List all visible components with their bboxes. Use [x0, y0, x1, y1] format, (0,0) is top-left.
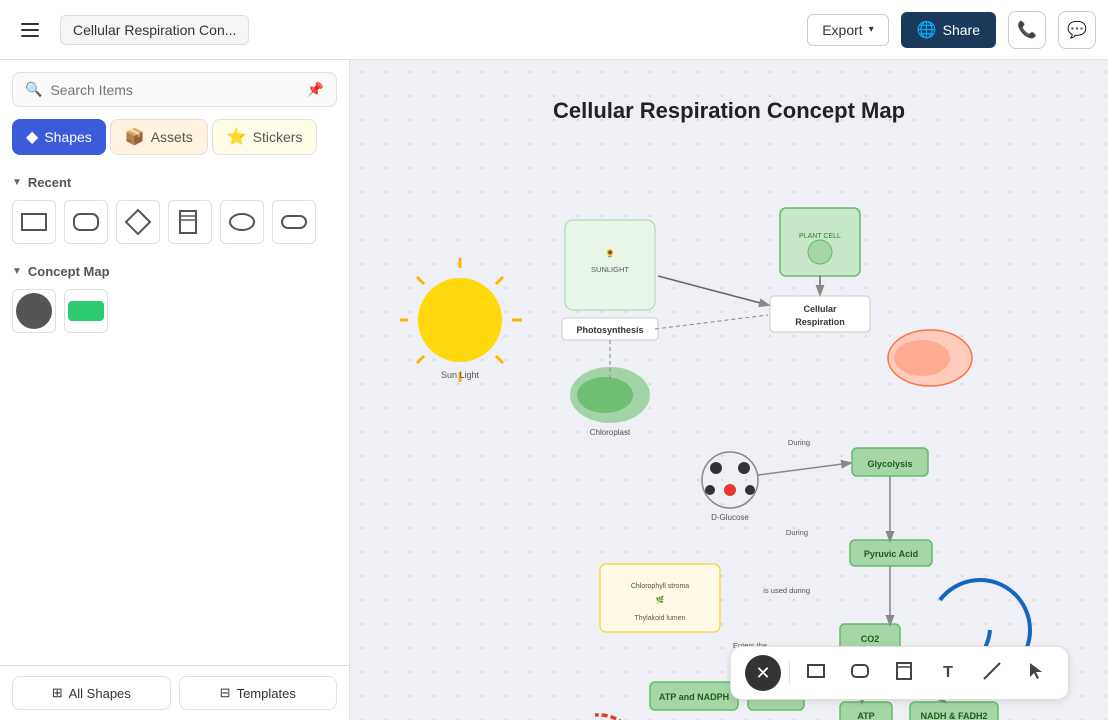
tab-bar: ◆ Shapes 📦 Assets ⭐ Stickers: [0, 119, 349, 163]
shape-stadium[interactable]: [272, 200, 316, 244]
svg-text:PLANT CELL: PLANT CELL: [799, 233, 841, 240]
concept-map-diagram: Sun Light 🌻 SUNLIGHT Photosynthesis Chlo…: [400, 120, 1080, 720]
search-icon: 🔍: [25, 81, 42, 98]
text-tool-button[interactable]: T: [930, 655, 966, 691]
stickers-tab-label: Stickers: [253, 129, 303, 145]
call-icon: 📞: [1017, 20, 1037, 40]
bottom-toolbar: ✕ T: [730, 646, 1069, 700]
tab-assets[interactable]: 📦 Assets: [110, 119, 208, 155]
toolbar-separator-1: [789, 661, 790, 685]
svg-text:Pyruvic Acid: Pyruvic Acid: [864, 549, 918, 559]
concept-map-label: Concept Map: [28, 264, 110, 279]
pointer-icon: [1026, 661, 1046, 686]
svg-text:Chloroplast: Chloroplast: [590, 428, 631, 437]
topbar: Cellular Respiration Con... Export ▾ 🌐 S…: [0, 0, 1108, 60]
shapes-tab-label: Shapes: [44, 129, 91, 145]
rectangle-tool-button[interactable]: [798, 655, 834, 691]
recent-section-header: ▼ Recent: [12, 167, 337, 196]
search-bar: 🔍 📌: [12, 72, 337, 107]
svg-text:SUNLIGHT: SUNLIGHT: [591, 265, 629, 274]
pointer-tool-button[interactable]: [1018, 655, 1054, 691]
canvas-title: Cellular Respiration Concept Map: [350, 80, 1108, 124]
svg-text:🌻: 🌻: [605, 248, 615, 258]
export-label: Export: [822, 22, 862, 38]
concept-rect-shape: [68, 301, 104, 321]
svg-text:Respiration: Respiration: [795, 317, 845, 327]
left-panel: 🔍 📌 ◆ Shapes 📦 Assets ⭐ Stickers ▼: [0, 60, 350, 720]
svg-text:is used during: is used during: [763, 586, 810, 595]
line-tool-button[interactable]: [974, 655, 1010, 691]
tab-stickers[interactable]: ⭐ Stickers: [212, 119, 318, 155]
rectangle-icon: [806, 661, 826, 686]
svg-text:Thylakoid lumen: Thylakoid lumen: [635, 615, 686, 622]
comment-icon: 💬: [1067, 20, 1087, 40]
templates-label: Templates: [237, 686, 296, 701]
chevron-down-icon: ▾: [869, 24, 874, 35]
rounded-rect-tool-button[interactable]: [842, 655, 878, 691]
rounded-rect-icon: [850, 661, 870, 686]
menu-button[interactable]: [12, 12, 48, 48]
concept-map-section-header: ▼ Concept Map: [12, 256, 337, 285]
svg-text:Sun Light: Sun Light: [441, 370, 480, 380]
all-shapes-label: All Shapes: [69, 686, 131, 701]
shape-diamond[interactable]: [116, 200, 160, 244]
concept-map-shapes-grid: [12, 285, 337, 345]
close-button[interactable]: ✕: [745, 655, 781, 691]
svg-text:🌿: 🌿: [656, 595, 665, 604]
note-icon: [894, 661, 914, 686]
shape-note[interactable]: [168, 200, 212, 244]
text-icon: T: [943, 664, 953, 682]
shape-ellipse[interactable]: [220, 200, 264, 244]
recent-arrow-icon: ▼: [12, 177, 22, 188]
concept-shape-rect-item[interactable]: [64, 289, 108, 333]
shape-rectangle[interactable]: [12, 200, 56, 244]
concept-circle-shape: [16, 293, 52, 329]
stickers-tab-icon: ⭐: [227, 127, 247, 147]
export-button[interactable]: Export ▾: [807, 14, 889, 46]
svg-text:CO2: CO2: [861, 634, 880, 644]
svg-text:NADH & FADH2: NADH & FADH2: [920, 711, 987, 720]
share-label: Share: [943, 22, 980, 38]
note-tool-button[interactable]: [886, 655, 922, 691]
globe-icon: 🌐: [917, 20, 937, 40]
panel-scroll: ▼ Recent: [0, 163, 349, 665]
line-icon: [982, 661, 1002, 686]
templates-button[interactable]: ⊟ Templates: [179, 676, 338, 710]
svg-text:Photosynthesis: Photosynthesis: [576, 325, 643, 335]
recent-shapes-grid: [12, 196, 337, 256]
assets-tab-label: Assets: [151, 129, 193, 145]
shape-rounded-rectangle[interactable]: [64, 200, 108, 244]
svg-text:D-Glucose: D-Glucose: [711, 513, 749, 522]
call-button[interactable]: 📞: [1008, 11, 1046, 49]
concept-map-arrow-icon: ▼: [12, 266, 22, 277]
tab-shapes[interactable]: ◆ Shapes: [12, 119, 106, 155]
share-button[interactable]: 🌐 Share: [901, 12, 996, 48]
search-input[interactable]: [50, 82, 298, 98]
svg-text:During: During: [788, 438, 810, 447]
svg-text:ATP: ATP: [857, 711, 874, 720]
recent-label: Recent: [28, 175, 71, 190]
svg-text:Cellular: Cellular: [803, 304, 837, 314]
svg-text:Glycolysis: Glycolysis: [867, 459, 912, 469]
templates-icon: ⊟: [220, 685, 231, 701]
svg-text:ATP and NADPH: ATP and NADPH: [659, 692, 729, 702]
close-icon: ✕: [755, 663, 770, 684]
svg-text:Chlorophyll stroma: Chlorophyll stroma: [631, 583, 689, 590]
pin-icon[interactable]: 📌: [307, 81, 324, 98]
all-shapes-button[interactable]: ⊞ All Shapes: [12, 676, 171, 710]
main-area: 🔍 📌 ◆ Shapes 📦 Assets ⭐ Stickers ▼: [0, 60, 1108, 720]
svg-text:During: During: [786, 528, 808, 537]
assets-tab-icon: 📦: [125, 127, 145, 147]
concept-shape-circle-item[interactable]: [12, 289, 56, 333]
all-shapes-icon: ⊞: [52, 685, 63, 701]
bottom-tabs: ⊞ All Shapes ⊟ Templates: [0, 665, 349, 720]
document-title: Cellular Respiration Con...: [60, 15, 249, 45]
shapes-tab-icon: ◆: [26, 127, 38, 147]
comment-button[interactable]: 💬: [1058, 11, 1096, 49]
canvas-area[interactable]: Cellular Respiration Concept Map Sun Lig…: [350, 60, 1108, 720]
